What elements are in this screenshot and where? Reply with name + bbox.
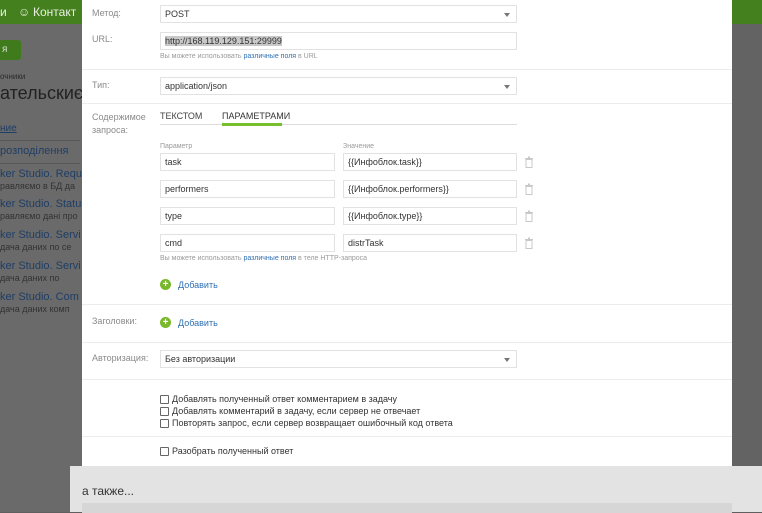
fields-link[interactable]: различные поля [243, 53, 296, 60]
type-label: Тип: [92, 80, 110, 90]
divider [82, 304, 732, 305]
chevron-down-icon [504, 13, 510, 17]
app-right-panel [732, 24, 762, 512]
method-select[interactable]: POST [160, 5, 517, 23]
list-item-sub: дача даних по се [0, 242, 72, 252]
also-section: а также... [70, 466, 762, 513]
add-header-label: Добавить [178, 317, 218, 328]
list-item-sub: равляємо в БД да [0, 181, 76, 191]
divider [82, 342, 732, 343]
checkbox[interactable] [160, 446, 169, 456]
page-title: ательскиє [0, 83, 84, 103]
breadcrumb[interactable]: очники [0, 72, 25, 81]
plus-icon: + [160, 317, 171, 328]
tabs-divider [160, 124, 517, 125]
add-param-button[interactable]: + Добавить [160, 279, 218, 290]
checkbox[interactable] [160, 394, 169, 404]
divider [82, 436, 732, 437]
method-value: POST [165, 9, 190, 19]
method-label: Метод: [92, 8, 121, 18]
also-heading: а также... [82, 484, 134, 498]
chevron-down-icon [504, 85, 510, 89]
type-select[interactable]: application/json [160, 77, 517, 95]
add-header-button[interactable]: + Добавить [160, 317, 218, 328]
list-item[interactable]: ker Studio. Status [0, 198, 87, 210]
url-input[interactable]: http://168.119.129.151:29999 [160, 32, 517, 50]
hint-text: Вы можете использовать [160, 53, 244, 60]
checkbox-label: Добавлять полученный ответ комментарием … [172, 394, 397, 404]
contacts-icon: ☺ [18, 5, 31, 19]
create-button[interactable]: я [0, 40, 21, 60]
webhook-form-dialog: Метод: POST URL: http://168.119.129.151:… [82, 0, 732, 466]
list-item-sub: дача даних комп [0, 304, 70, 314]
active-tab-indicator [222, 123, 282, 126]
fields-link[interactable]: различные поля [243, 255, 296, 262]
body-label: Содержимое запроса: [92, 112, 146, 135]
auth-select[interactable]: Без авторизации [160, 350, 517, 368]
checkbox-add-response-comment[interactable]: Добавлять полученный ответ комментарием … [160, 394, 397, 404]
tab-text[interactable]: ТЕКСТОМ [160, 111, 202, 121]
param-name-input[interactable]: task [160, 153, 335, 171]
nav-item[interactable]: и [0, 5, 7, 19]
param-name-input[interactable]: performers [160, 180, 335, 198]
param-name-input[interactable]: cmd [160, 234, 335, 252]
param-value-input[interactable]: {{Инфоблок.task}} [343, 153, 517, 171]
checkbox-label: Повторять запрос, если сервер возвращает… [172, 418, 453, 428]
checkbox-retry-on-error[interactable]: Повторять запрос, если сервер возвращает… [160, 418, 453, 428]
divider [0, 163, 80, 164]
list-item[interactable]: ker Studio. Servi [0, 260, 81, 272]
list-item-sub: равляємо дані про [0, 211, 78, 221]
divider [82, 379, 732, 380]
type-value: application/json [165, 81, 228, 91]
checkbox-label: Разобрать полученный ответ [172, 446, 294, 456]
auth-value: Без авторизации [165, 354, 236, 364]
list-item[interactable]: ker Studio. Com [0, 291, 79, 303]
checkbox-parse-response[interactable]: Разобрать полученный ответ [160, 446, 293, 456]
trash-icon[interactable] [524, 183, 534, 195]
hint-text: в теле HTTP-запроса [296, 255, 368, 262]
divider [82, 69, 732, 70]
checkbox-label: Добавлять комментарий в задачу, если сер… [172, 406, 421, 416]
nav-item-contacts[interactable]: Контакт [33, 5, 76, 19]
list-item-sub: дача даних по [0, 273, 60, 283]
col-value-header: Значение [343, 143, 375, 150]
trash-icon[interactable] [524, 210, 534, 222]
divider [82, 103, 732, 104]
param-name-input[interactable]: type [160, 207, 335, 225]
hint-text: в URL [296, 53, 318, 60]
trash-icon[interactable] [524, 237, 534, 249]
plus-icon: + [160, 279, 171, 290]
section-header[interactable]: ние [0, 123, 17, 134]
url-value: http://168.119.129.151:29999 [165, 36, 282, 46]
col-param-header: Параметр [160, 143, 193, 150]
divider [0, 140, 80, 141]
trash-icon[interactable] [524, 156, 534, 168]
auth-label: Авторизация: [92, 353, 149, 363]
chevron-down-icon [504, 358, 510, 362]
param-value-input[interactable]: distrTask [343, 234, 517, 252]
add-param-label: Добавить [178, 279, 218, 290]
list-item[interactable]: розподілення [0, 145, 69, 157]
tab-params[interactable]: ПАРАМЕТРАМИ [222, 111, 290, 121]
url-label: URL: [92, 34, 113, 44]
list-item[interactable]: ker Studio. Requ [0, 168, 82, 180]
param-value-input[interactable]: {{Инфоблок.type}} [343, 207, 517, 225]
list-item[interactable]: ker Studio. Servi [0, 229, 81, 241]
checkbox-comment-if-no-response[interactable]: Добавлять комментарий в задачу, если сер… [160, 406, 420, 416]
body-hint: Вы можете использовать различные поля в … [160, 255, 367, 262]
checkbox[interactable] [160, 418, 169, 428]
checkbox[interactable] [160, 406, 169, 416]
param-value-input[interactable]: {{Инфоблок.performers}} [343, 180, 517, 198]
url-hint: Вы можете использовать различные поля в … [160, 53, 318, 60]
headers-label: Заголовки: [92, 316, 137, 326]
hint-text: Вы можете использовать [160, 255, 244, 262]
